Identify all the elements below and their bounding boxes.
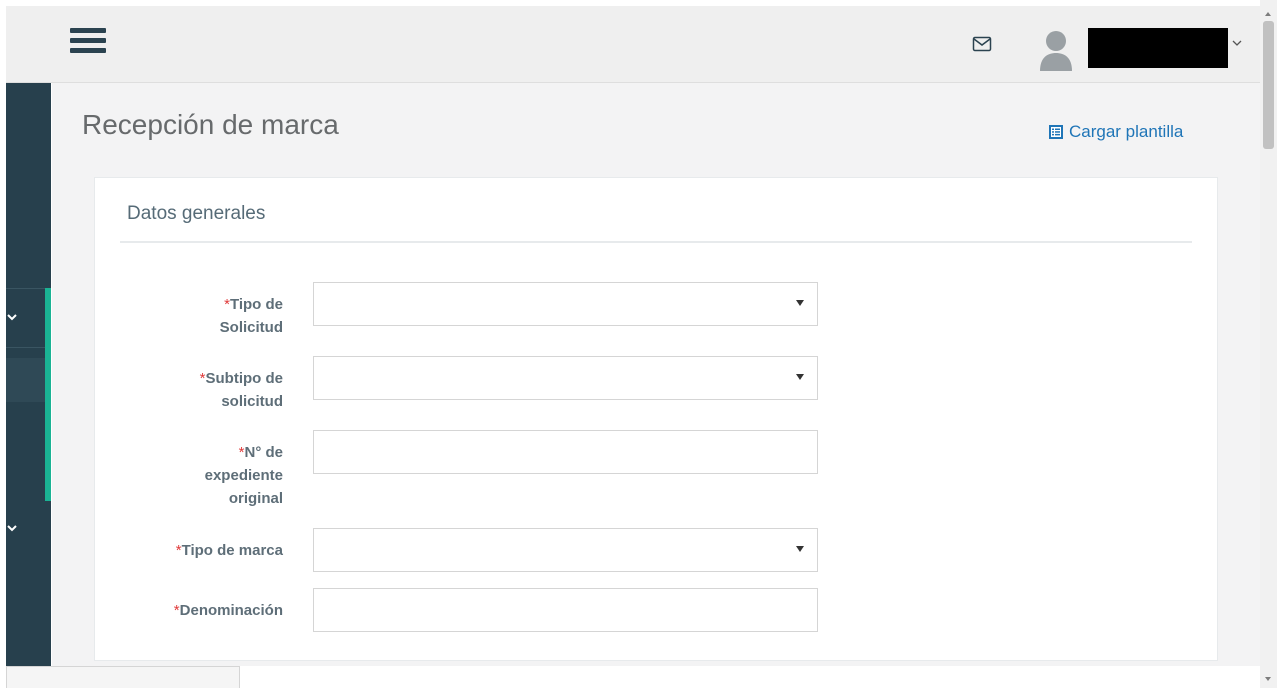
- dropdown-caret-icon: [796, 546, 804, 552]
- scrollbar-thumb[interactable]: [1263, 21, 1274, 149]
- main-content: Recepción de marca Cargar plantilla Dato…: [52, 83, 1260, 666]
- denomination-input[interactable]: [313, 588, 818, 632]
- brand-type-select[interactable]: [313, 528, 818, 572]
- load-template-label: Cargar plantilla: [1069, 122, 1184, 141]
- section-title: Datos generales: [127, 203, 266, 224]
- vertical-scrollbar[interactable]: [1260, 0, 1277, 688]
- bottom-tab[interactable]: [6, 666, 240, 688]
- request-subtype-label: *Subtipo de solicitud: [199, 370, 283, 410]
- brand-type-label: *Tipo de marca: [175, 542, 283, 559]
- dropdown-caret-icon: [796, 374, 804, 380]
- request-subtype-select[interactable]: [313, 356, 818, 400]
- sidebar: [6, 83, 51, 666]
- load-template-link[interactable]: Cargar plantilla: [1048, 121, 1183, 143]
- sidebar-active-accent: [45, 288, 51, 501]
- envelope-icon[interactable]: [972, 36, 992, 52]
- scroll-down-arrow-icon[interactable]: [1265, 677, 1271, 681]
- dropdown-caret-icon: [796, 300, 804, 306]
- hamburger-menu-icon[interactable]: [70, 28, 106, 58]
- user-avatar-icon[interactable]: [1036, 27, 1076, 71]
- request-type-label: *Tipo de Solicitud: [219, 296, 283, 336]
- request-type-select[interactable]: [313, 282, 818, 326]
- original-file-number-input[interactable]: [313, 430, 818, 474]
- sidebar-subitem-active[interactable]: [6, 358, 45, 402]
- section-divider: [120, 241, 1192, 243]
- sidebar-item-expand-chevron-down-icon[interactable]: [6, 522, 20, 536]
- sidebar-item-expand-chevron-down-icon[interactable]: [6, 311, 20, 325]
- page-title: Recepción de marca: [82, 109, 339, 140]
- denomination-label: *Denominación: [173, 602, 283, 619]
- scroll-up-arrow-icon[interactable]: [1265, 12, 1271, 16]
- list-document-icon: [1049, 125, 1063, 139]
- chevron-down-icon[interactable]: [1230, 36, 1244, 50]
- user-name-redacted[interactable]: [1088, 28, 1228, 68]
- top-navbar: [6, 6, 1260, 83]
- general-data-card: Datos generales *Tipo de Solicitud *Subt…: [94, 177, 1218, 661]
- original-file-number-label: *N° de expediente original: [204, 444, 283, 507]
